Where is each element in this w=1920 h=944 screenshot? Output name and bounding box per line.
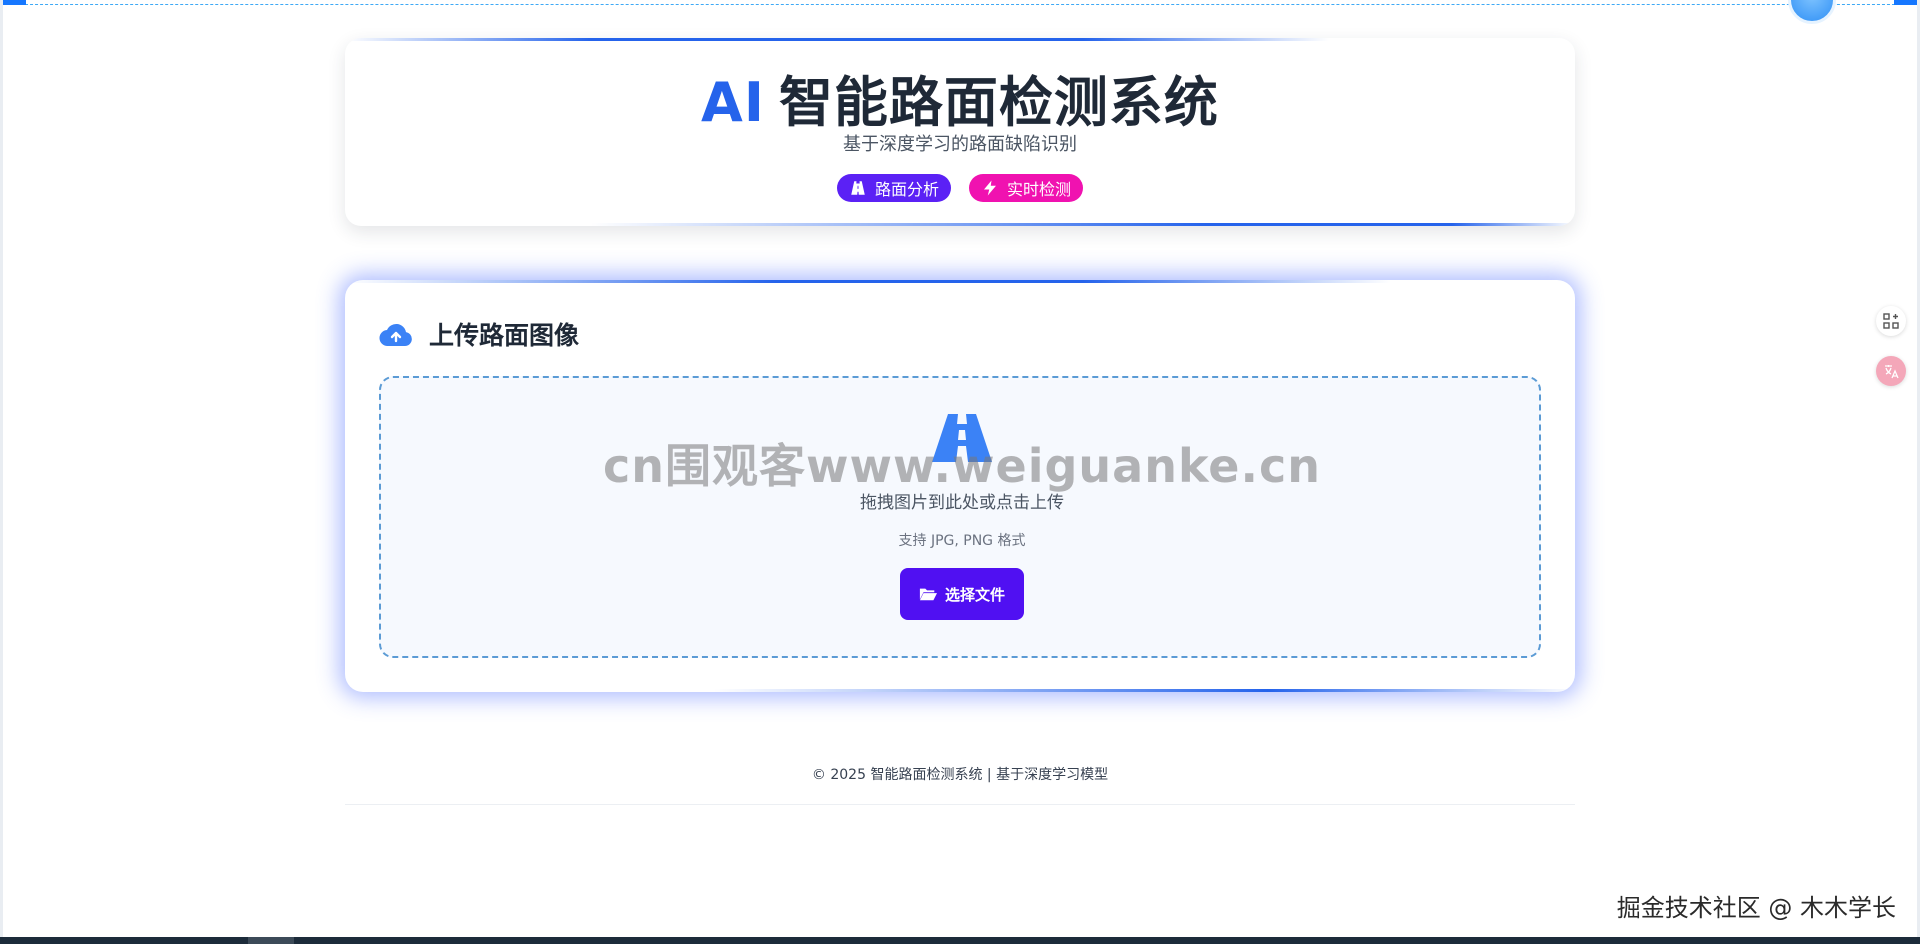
bottom-taskbar-strip: [0, 937, 1920, 944]
progress-fill-left: [0, 0, 26, 5]
badge-realtime-detection: 实时检测: [969, 174, 1084, 202]
footer-text: © 2025 智能路面检测系统 | 基于深度学习模型: [811, 767, 1109, 783]
section-title: 上传路面图像: [429, 321, 580, 350]
watermark-text: cn围观客www.weiguanke.cn: [602, 439, 1321, 493]
translate-icon: [1885, 365, 1899, 379]
badge-label: 路面分析: [874, 180, 939, 199]
upload-card: 上传路面图像 cn围观客www.weiguanke.cn 拖拽图片到此处或点击上…: [345, 280, 1575, 692]
corner-credit-watermark: 掘金技术社区 @ 木木学长: [1616, 894, 1896, 922]
road-icon: [851, 181, 865, 195]
page-title: AI 智能路面检测系统: [345, 58, 1575, 137]
upload-dropzone[interactable]: cn围观客www.weiguanke.cn 拖拽图片到此处或点击上传 支持 JP…: [379, 376, 1541, 658]
header-card: AI 智能路面检测系统 基于深度学习的路面缺陷识别 路面分析 实时检测: [345, 38, 1575, 226]
apps-add-icon: [1883, 313, 1899, 329]
bolt-icon: [984, 180, 996, 196]
folder-open-icon: [919, 588, 937, 601]
page-subtitle: 基于深度学习的路面缺陷识别: [843, 134, 1077, 155]
badge-road-analysis: 路面分析: [836, 174, 951, 202]
top-progress-bar: [0, 0, 1920, 5]
taskbar-segment: [248, 937, 294, 944]
cloud-upload-icon: [379, 323, 412, 347]
choose-file-button[interactable]: 选择文件: [900, 568, 1024, 620]
floating-ball-widget[interactable]: [1788, 0, 1836, 24]
side-toolbar: [1876, 306, 1906, 406]
upload-section-header: 上传路面图像: [379, 316, 579, 352]
drop-instruction: 拖拽图片到此处或点击上传: [860, 493, 1064, 513]
apps-add-button[interactable]: [1876, 306, 1906, 336]
left-window-edge: [0, 0, 3, 944]
title-main: 智能路面检测系统: [778, 71, 1219, 134]
footer-divider: [345, 804, 1575, 805]
choose-file-label: 选择文件: [944, 585, 1005, 604]
badge-label: 实时检测: [1007, 180, 1072, 199]
badge-group: 路面分析 实时检测: [345, 174, 1575, 202]
format-hint: 支持 JPG, PNG 格式: [898, 533, 1026, 549]
title-prefix: AI: [701, 71, 765, 134]
translate-button[interactable]: [1876, 356, 1906, 386]
